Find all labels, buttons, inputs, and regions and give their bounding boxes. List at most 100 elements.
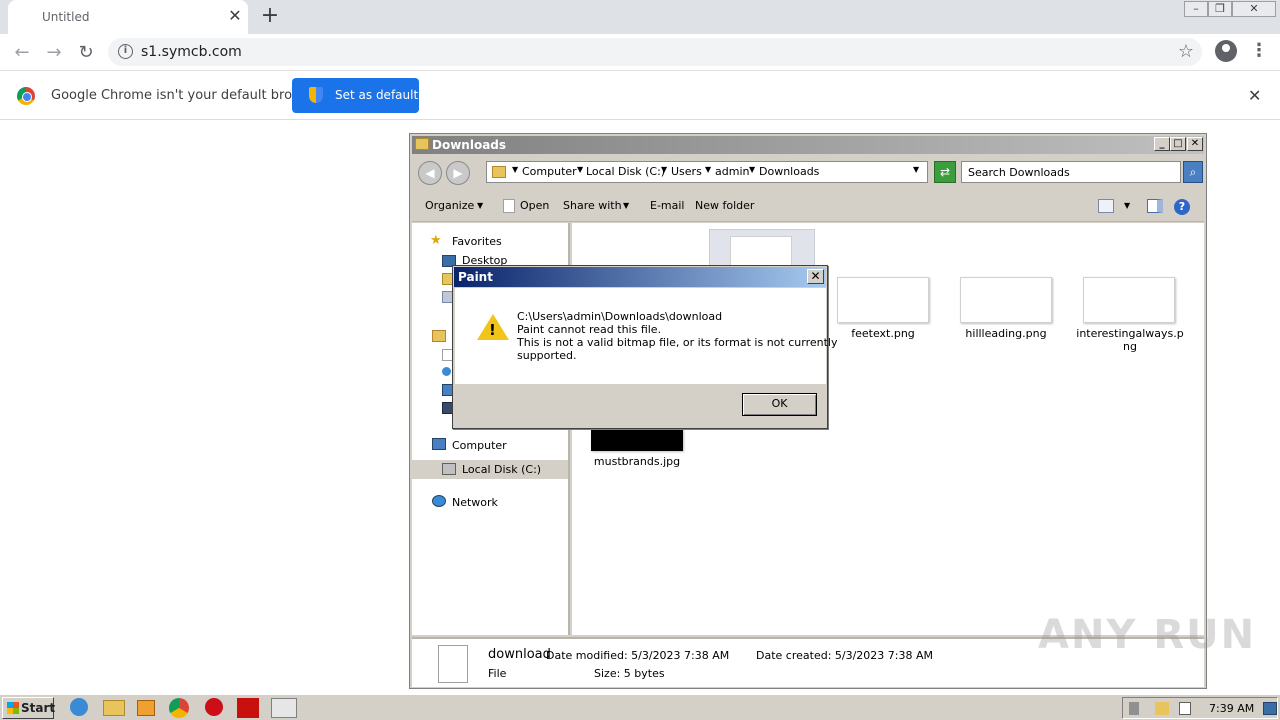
- details-date-created: Date created: 5/3/2023 7:38 AM: [756, 649, 934, 662]
- chrome-menu-icon[interactable]: ⋮: [1250, 40, 1268, 62]
- tab-close-icon[interactable]: ✕: [226, 7, 244, 25]
- taskbar-clock[interactable]: 7:39 AM: [1209, 702, 1254, 715]
- nav-network[interactable]: Network: [452, 496, 498, 509]
- dialog-body: ! C:\Users\admin\Downloads\download Pain…: [455, 288, 837, 384]
- dialog-close-button[interactable]: ✕: [807, 269, 824, 284]
- paint-taskbar-icon[interactable]: [271, 698, 297, 718]
- breadcrumb-arrow-icon[interactable]: ▼: [661, 165, 667, 174]
- organize-button[interactable]: Organize: [425, 199, 474, 212]
- preview-pane-icon[interactable]: [1147, 199, 1163, 213]
- explorer-titlebar[interactable]: Downloads _ □ ✕: [412, 136, 1204, 154]
- new-folder-button[interactable]: New folder: [695, 199, 754, 212]
- file-name[interactable]: hillleading.png: [951, 327, 1061, 340]
- breadcrumb-admin[interactable]: admin: [715, 165, 749, 178]
- explorer-breadcrumb[interactable]: ▼ Computer ▼ Local Disk (C:) ▼ Users ▼ a…: [486, 161, 928, 183]
- bookmark-star-icon[interactable]: ☆: [1178, 41, 1194, 62]
- uac-shield-icon: [309, 87, 323, 103]
- show-desktop-icon[interactable]: [1263, 702, 1277, 715]
- breadcrumb-arrow-icon[interactable]: ▼: [749, 165, 755, 174]
- dialog-file-path: C:\Users\admin\Downloads\download: [517, 310, 723, 323]
- chrome-logo-icon: [17, 87, 35, 105]
- breadcrumb-users[interactable]: Users: [671, 165, 702, 178]
- explorer-back-button[interactable]: ◀: [418, 161, 442, 185]
- selected-file-highlight[interactable]: [709, 229, 815, 270]
- opera-icon[interactable]: [205, 698, 223, 716]
- media-player-icon[interactable]: [137, 700, 155, 716]
- profile-avatar-icon[interactable]: [1215, 40, 1237, 62]
- share-dropdown-icon[interactable]: ▼: [623, 201, 629, 210]
- reload-button[interactable]: ↻: [74, 41, 98, 65]
- email-button[interactable]: E-mail: [650, 199, 685, 212]
- file-large-icon: [438, 645, 468, 683]
- chrome-taskbar-icon[interactable]: [169, 698, 189, 718]
- explorer-command-bar: Organize ▼ Open Share with ▼ E-mail New …: [412, 190, 1204, 222]
- set-as-default-button[interactable]: Set as default: [292, 78, 419, 113]
- url-text[interactable]: s1.symcb.com: [141, 44, 242, 60]
- dialog-message-line: This is not a valid bitmap file, or its …: [517, 336, 838, 349]
- explorer-search-input[interactable]: Search Downloads: [961, 161, 1181, 183]
- file-thumbnail[interactable]: [960, 277, 1052, 323]
- warning-exclamation: !: [489, 321, 496, 339]
- search-icon[interactable]: ⌕: [1183, 161, 1203, 183]
- back-button[interactable]: ←: [10, 41, 34, 65]
- explorer-address-row: ◀ ▶ ▼ Computer ▼ Local Disk (C:) ▼ Users…: [412, 156, 1204, 188]
- internet-explorer-icon[interactable]: [70, 698, 88, 716]
- dialog-titlebar[interactable]: Paint ✕: [454, 267, 826, 287]
- file-thumbnail[interactable]: [1083, 277, 1175, 323]
- organize-dropdown-icon[interactable]: ▼: [477, 201, 483, 210]
- share-with-button[interactable]: Share with: [563, 199, 622, 212]
- infobar-close-icon[interactable]: ✕: [1248, 86, 1261, 105]
- details-file-name: download: [488, 647, 551, 662]
- libraries-icon: [432, 330, 446, 342]
- file-thumbnail[interactable]: [837, 277, 929, 323]
- network-icon: [432, 495, 446, 507]
- explorer-forward-button[interactable]: ▶: [446, 161, 470, 185]
- start-button[interactable]: Start: [2, 697, 56, 719]
- address-dropdown-icon[interactable]: ▼: [913, 165, 919, 174]
- restore-window-button[interactable]: ❐: [1208, 1, 1232, 17]
- action-center-flag-icon[interactable]: [1179, 702, 1191, 715]
- breadcrumb-downloads[interactable]: Downloads: [759, 165, 819, 178]
- volume-icon[interactable]: [1129, 702, 1139, 715]
- file-name[interactable]: feetext.png: [828, 327, 938, 340]
- explorer-maximize-button[interactable]: □: [1170, 137, 1186, 151]
- music-icon: [442, 367, 451, 376]
- acrobat-icon[interactable]: [237, 698, 259, 718]
- site-info-icon[interactable]: i: [118, 44, 133, 59]
- breadcrumb-local-disk[interactable]: Local Disk (C:): [586, 165, 665, 178]
- file-explorer-icon[interactable]: [103, 700, 125, 716]
- help-icon[interactable]: ?: [1174, 199, 1190, 215]
- default-browser-infobar: Google Chrome isn't your default browser…: [0, 72, 1280, 120]
- favorites-star-icon: ★: [430, 233, 442, 248]
- breadcrumb-arrow-icon[interactable]: ▼: [705, 165, 711, 174]
- breadcrumb-arrow-icon[interactable]: ▼: [577, 165, 583, 174]
- breadcrumb-arrow-icon[interactable]: ▼: [512, 165, 518, 174]
- details-file-size: Size: 5 bytes: [594, 667, 665, 680]
- new-tab-button[interactable]: +: [259, 5, 281, 27]
- explorer-refresh-button[interactable]: ⇄: [934, 161, 956, 183]
- breadcrumb-computer[interactable]: Computer: [522, 165, 577, 178]
- minimize-window-button[interactable]: –: [1184, 1, 1208, 17]
- address-bar[interactable]: i s1.symcb.com ☆: [108, 38, 1202, 66]
- network-tray-icon[interactable]: [1155, 702, 1169, 715]
- explorer-minimize-button[interactable]: _: [1154, 137, 1170, 151]
- view-dropdown-icon[interactable]: ▼: [1124, 201, 1130, 210]
- file-name[interactable]: mustbrands.jpg: [582, 455, 692, 468]
- file-thumbnail[interactable]: [591, 429, 683, 451]
- open-file-icon: [503, 199, 515, 213]
- set-as-default-label: Set as default: [335, 88, 419, 102]
- tab-title: Untitled: [42, 10, 90, 24]
- view-icon[interactable]: [1098, 199, 1114, 213]
- forward-button[interactable]: →: [42, 41, 66, 65]
- nav-computer[interactable]: Computer: [452, 439, 507, 452]
- browser-toolbar: ← → ↻ i s1.symcb.com ☆ ⋮: [0, 34, 1280, 71]
- start-label: Start: [21, 701, 56, 715]
- browser-tab[interactable]: Untitled ✕: [8, 0, 248, 34]
- explorer-close-button[interactable]: ✕: [1187, 137, 1203, 151]
- nav-local-disk[interactable]: Local Disk (C:): [462, 463, 541, 476]
- nav-favorites[interactable]: Favorites: [452, 235, 502, 248]
- file-name[interactable]: interestingalways.png: [1074, 327, 1186, 353]
- close-window-button[interactable]: ✕: [1232, 1, 1276, 17]
- open-button[interactable]: Open: [520, 199, 549, 212]
- ok-button[interactable]: OK: [742, 393, 817, 416]
